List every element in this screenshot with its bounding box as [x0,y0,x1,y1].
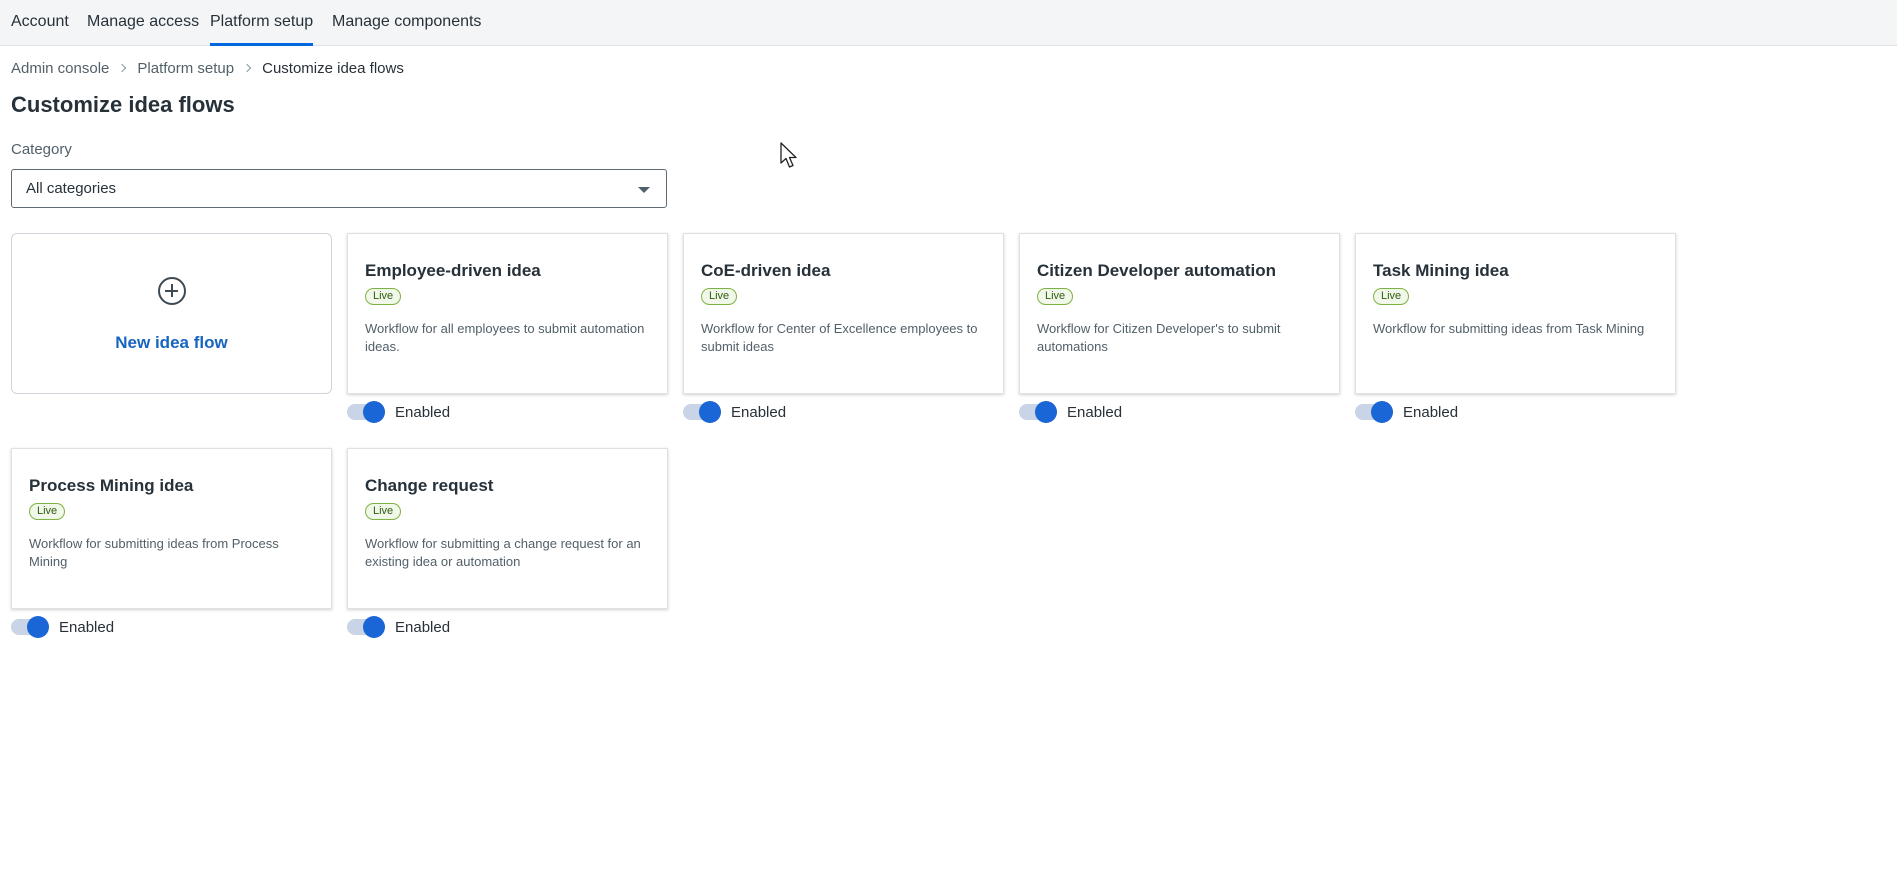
enabled-toggle[interactable]: Enabled [1355,400,1458,424]
tab-manage-components[interactable]: Manage components [332,0,481,46]
toggle-track [347,401,385,423]
status-badge: Live [29,503,66,520]
toggle-label: Enabled [731,403,787,421]
flow-card-description: Workflow for all employees to submit aut… [365,321,645,354]
mouse-cursor-icon [780,142,797,168]
status-badge: Live [365,503,402,520]
flow-card-citizen-developer[interactable]: Citizen Developer automation Live Workfl… [1019,233,1340,394]
toggle-label: Enabled [1403,403,1459,421]
flow-card-description: Workflow for submitting ideas from Proce… [29,536,279,569]
toggle-label: Enabled [395,618,451,636]
toggle-thumb [1371,401,1393,423]
category-select-value: All categories [26,180,117,197]
toggle-label: Enabled [59,618,115,636]
enabled-toggle[interactable]: Enabled [683,400,786,424]
flow-card-change-request[interactable]: Change request Live Workflow for submitt… [347,448,668,609]
toggle-label: Enabled [395,403,451,421]
caret-down-icon [638,187,650,193]
flow-card-title: Employee-driven idea [365,261,541,280]
flow-card-title: Process Mining idea [29,476,194,495]
flow-card-title: Change request [365,476,494,495]
new-idea-flow-card[interactable]: New idea flow [11,233,332,394]
status-badge: Live [701,288,738,305]
enabled-toggle[interactable]: Enabled [11,615,114,639]
status-badge: Live [365,288,402,305]
flow-card-title: Citizen Developer automation [1037,261,1276,280]
chevron-right-icon [118,63,127,73]
flow-card-description: Workflow for submitting ideas from Task … [1373,321,1645,336]
page-title: Customize idea flows [11,92,235,117]
enabled-toggle[interactable]: Enabled [1019,400,1122,424]
toggle-thumb [363,401,385,423]
toggle-track [347,616,385,638]
breadcrumb-platform-setup[interactable]: Platform setup [137,60,234,77]
tab-platform-setup[interactable]: Platform setup [210,0,314,46]
toggle-track [1019,401,1057,423]
enabled-toggle[interactable]: Enabled [347,400,450,424]
add-circle-icon [158,277,186,305]
breadcrumb-admin-console[interactable]: Admin console [11,60,109,77]
flow-card-title: CoE-driven idea [701,261,831,280]
flow-card-process-mining[interactable]: Process Mining idea Live Workflow for su… [11,448,332,609]
breadcrumb: Admin console Platform setup Customize i… [11,58,404,78]
toggle-thumb [699,401,721,423]
category-label: Category [11,141,72,158]
toggle-thumb [1035,401,1057,423]
tab-manage-access[interactable]: Manage access [87,0,199,46]
flow-card-task-mining[interactable]: Task Mining idea Live Workflow for submi… [1355,233,1676,394]
status-badge: Live [1037,288,1074,305]
flow-card-title: Task Mining idea [1373,261,1509,280]
breadcrumb-current: Customize idea flows [262,59,404,77]
category-select[interactable]: All categories [11,169,667,208]
toggle-label: Enabled [1067,403,1123,421]
flow-card-description: Workflow for submitting a change request… [365,536,641,569]
flow-card-description: Workflow for Citizen Developer's to subm… [1037,321,1281,354]
top-nav: Account Manage access Platform setup Man… [0,0,1897,46]
tab-account[interactable]: Account [11,0,69,46]
flow-card-coe-driven[interactable]: CoE-driven idea Live Workflow for Center… [683,233,1004,394]
toggle-thumb [27,616,49,638]
flow-card-description: Workflow for Center of Excellence employ… [701,321,978,354]
toggle-track [683,401,721,423]
enabled-toggle[interactable]: Enabled [347,615,450,639]
new-idea-flow-label: New idea flow [115,333,228,352]
status-badge: Live [1373,288,1410,305]
flow-card-employee-driven[interactable]: Employee-driven idea Live Workflow for a… [347,233,668,394]
toggle-thumb [363,616,385,638]
toggle-track [11,616,49,638]
chevron-right-icon [242,63,252,73]
toggle-track [1355,401,1393,423]
